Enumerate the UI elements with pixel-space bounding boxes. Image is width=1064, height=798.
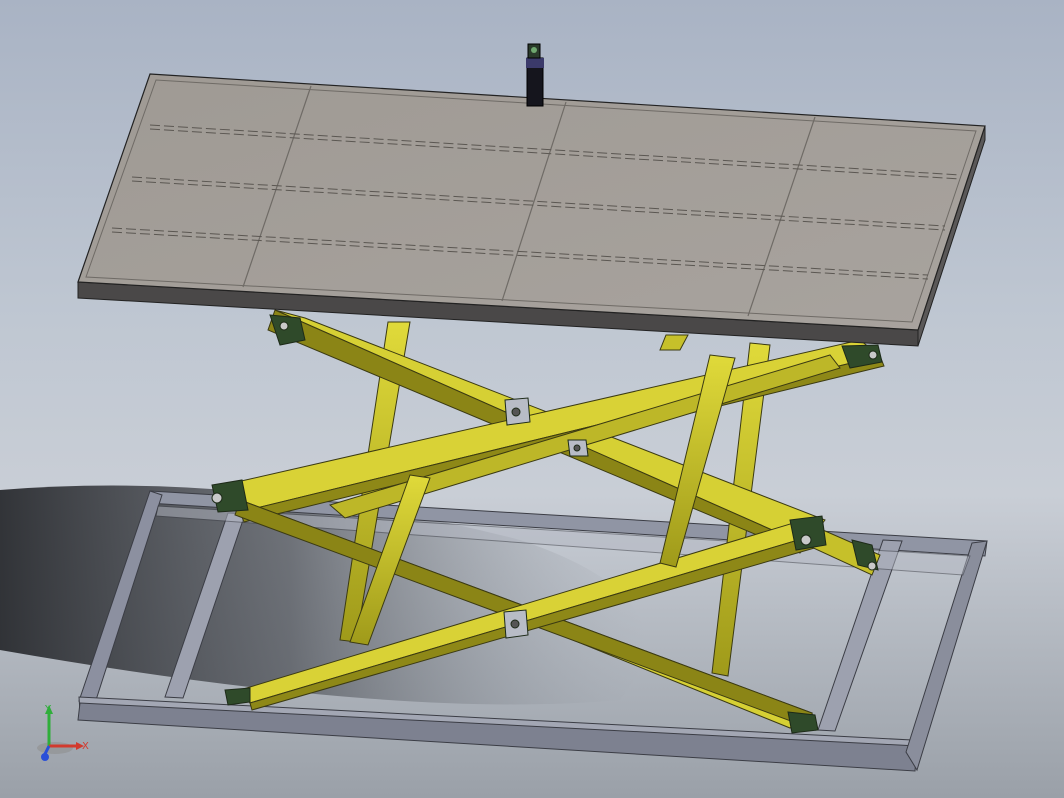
scissor-lift-model[interactable]: Y X — [0, 0, 1064, 798]
triad-x-label: X — [82, 741, 89, 752]
triad-y-label: Y — [44, 704, 52, 715]
platform-table[interactable] — [77, 73, 986, 347]
hydraulic-cylinder[interactable] — [526, 43, 544, 107]
cad-viewport[interactable]: Y X — [0, 0, 1064, 798]
